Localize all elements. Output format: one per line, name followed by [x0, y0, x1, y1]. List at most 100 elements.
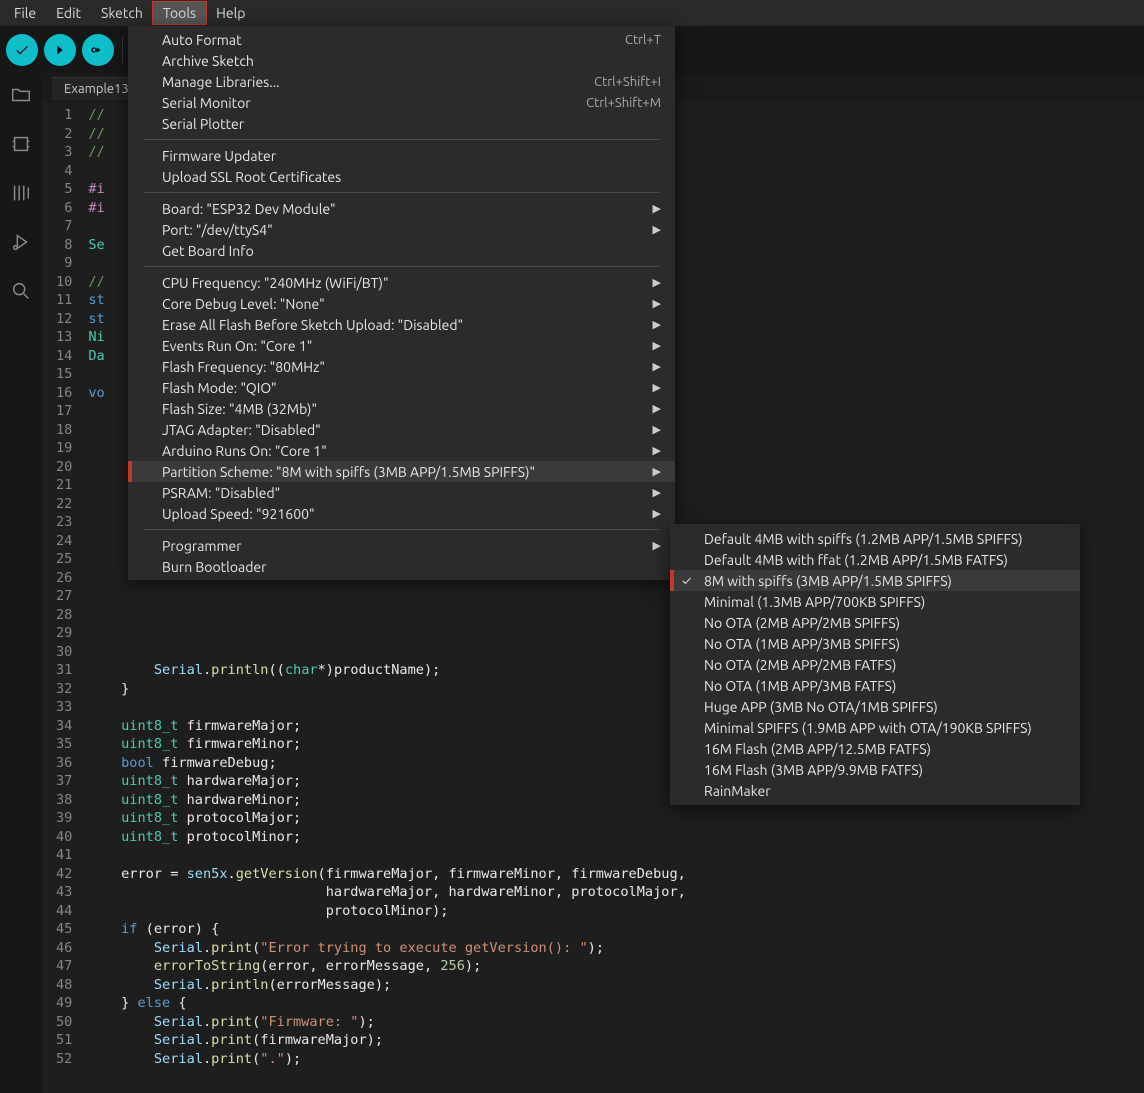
option-label: Minimal SPIFFS (1.9MB APP with OTA/190KB… — [704, 720, 1032, 736]
shortcut-label: Ctrl+T — [625, 33, 661, 47]
option-label: No OTA (2MB APP/2MB FATFS) — [704, 657, 896, 673]
chevron-right-icon: ▶ — [641, 465, 661, 478]
tools-item[interactable]: CPU Frequency: "240MHz (WiFi/BT)"▶ — [128, 272, 675, 293]
tools-item[interactable]: Archive Sketch — [128, 50, 675, 71]
sidebar-debug-icon[interactable] — [10, 231, 32, 256]
partition-option[interactable]: No OTA (2MB APP/2MB FATFS) — [670, 654, 1080, 675]
tools-item[interactable]: Manage Libraries...Ctrl+Shift+I — [128, 71, 675, 92]
partition-option[interactable]: Default 4MB with ffat (1.2MB APP/1.5MB F… — [670, 549, 1080, 570]
partition-option[interactable]: Default 4MB with spiffs (1.2MB APP/1.5MB… — [670, 528, 1080, 549]
tools-item[interactable]: Upload SSL Root Certificates — [128, 166, 675, 187]
menu-item-label: Board: "ESP32 Dev Module" — [162, 201, 641, 217]
menu-item-label: CPU Frequency: "240MHz (WiFi/BT)" — [162, 275, 641, 291]
sidebar-library-icon[interactable] — [10, 182, 32, 207]
menu-item-label: Manage Libraries... — [162, 74, 594, 90]
chevron-right-icon: ▶ — [641, 402, 661, 415]
arrow-right-icon — [52, 42, 68, 58]
chevron-right-icon: ▶ — [641, 539, 661, 552]
partition-option[interactable]: No OTA (2MB APP/2MB SPIFFS) — [670, 612, 1080, 633]
menu-item-label: Partition Scheme: "8M with spiffs (3MB A… — [162, 464, 641, 480]
menu-item-label: PSRAM: "Disabled" — [162, 485, 641, 501]
chevron-right-icon: ▶ — [641, 223, 661, 236]
partition-submenu: Default 4MB with spiffs (1.2MB APP/1.5MB… — [670, 524, 1080, 805]
partition-option[interactable]: Minimal SPIFFS (1.9MB APP with OTA/190KB… — [670, 717, 1080, 738]
partition-option[interactable]: No OTA (1MB APP/3MB FATFS) — [670, 675, 1080, 696]
tools-item[interactable]: Auto FormatCtrl+T — [128, 29, 675, 50]
menu-tools[interactable]: Tools — [153, 2, 206, 24]
partition-option[interactable]: Minimal (1.3MB APP/700KB SPIFFS) — [670, 591, 1080, 612]
tools-dropdown: Auto FormatCtrl+T Archive Sketch Manage Li… — [128, 26, 675, 580]
menu-item-label: Serial Plotter — [162, 116, 661, 132]
tools-item[interactable]: Serial MonitorCtrl+Shift+M — [128, 92, 675, 113]
tools-item[interactable]: Upload Speed: "921600"▶ — [128, 503, 675, 524]
partition-option[interactable]: RainMaker — [670, 780, 1080, 801]
partition-option[interactable]: 16M Flash (3MB APP/9.9MB FATFS) — [670, 759, 1080, 780]
upload-button[interactable] — [44, 34, 76, 66]
menu-file[interactable]: File — [4, 2, 46, 24]
chevron-right-icon: ▶ — [641, 276, 661, 289]
tools-item[interactable]: Board: "ESP32 Dev Module"▶ — [128, 198, 675, 219]
chevron-right-icon: ▶ — [641, 318, 661, 331]
option-label: RainMaker — [704, 783, 771, 799]
menu-edit[interactable]: Edit — [46, 2, 91, 24]
check-icon — [14, 42, 30, 58]
menu-item-label: Flash Size: "4MB (32Mb)" — [162, 401, 641, 417]
chevron-right-icon: ▶ — [641, 486, 661, 499]
option-label: 8M with spiffs (3MB APP/1.5MB SPIFFS) — [704, 573, 952, 589]
line-gutter: 1234567891011121314151617181920212223242… — [42, 102, 86, 1093]
option-label: No OTA (2MB APP/2MB SPIFFS) — [704, 615, 900, 631]
chevron-right-icon: ▶ — [641, 297, 661, 310]
option-label: No OTA (1MB APP/3MB FATFS) — [704, 678, 896, 694]
tools-item[interactable]: PSRAM: "Disabled"▶ — [128, 482, 675, 503]
sidebar-search-icon[interactable] — [10, 280, 32, 305]
menu-sketch[interactable]: Sketch — [91, 2, 153, 24]
option-label: 16M Flash (2MB APP/12.5MB FATFS) — [704, 741, 931, 757]
tools-item[interactable]: Events Run On: "Core 1"▶ — [128, 335, 675, 356]
tools-item[interactable]: JTAG Adapter: "Disabled"▶ — [128, 419, 675, 440]
menu-item-label: JTAG Adapter: "Disabled" — [162, 422, 641, 438]
check-icon: ✓ — [682, 574, 691, 588]
chevron-right-icon: ▶ — [641, 381, 661, 394]
tools-item[interactable]: Flash Frequency: "80MHz"▶ — [128, 356, 675, 377]
menu-item-label: Get Board Info — [162, 243, 661, 259]
separator — [122, 37, 123, 63]
menu-item-label: Auto Format — [162, 32, 625, 48]
partition-option[interactable]: Huge APP (3MB No OTA/1MB SPIFFS) — [670, 696, 1080, 717]
tools-item[interactable]: Burn Bootloader — [128, 556, 675, 577]
menu-item-label: Arduino Runs On: "Core 1" — [162, 443, 641, 459]
sidebar-board-icon[interactable] — [10, 133, 32, 158]
tools-item[interactable]: Arduino Runs On: "Core 1"▶ — [128, 440, 675, 461]
tools-item[interactable]: Firmware Updater — [128, 145, 675, 166]
menu-item-label: Port: "/dev/ttyS4" — [162, 222, 641, 238]
tools-item[interactable]: Erase All Flash Before Sketch Upload: "D… — [128, 314, 675, 335]
tools-item[interactable]: Core Debug Level: "None"▶ — [128, 293, 675, 314]
shortcut-label: Ctrl+Shift+I — [594, 75, 661, 89]
verify-button[interactable] — [6, 34, 38, 66]
tools-item[interactable]: Programmer▶ — [128, 535, 675, 556]
menu-item-label: Upload Speed: "921600" — [162, 506, 641, 522]
partition-option[interactable]: ✓ 8M with spiffs (3MB APP/1.5MB SPIFFS) — [670, 570, 1080, 591]
menu-item-label: Archive Sketch — [162, 53, 661, 69]
tools-item[interactable]: Get Board Info — [128, 240, 675, 261]
tools-item[interactable]: Flash Size: "4MB (32Mb)"▶ — [128, 398, 675, 419]
menu-item-label: Flash Mode: "QIO" — [162, 380, 641, 396]
partition-option[interactable]: No OTA (1MB APP/3MB SPIFFS) — [670, 633, 1080, 654]
debug-button[interactable] — [82, 34, 114, 66]
shortcut-label: Ctrl+Shift+M — [586, 96, 661, 110]
tools-item[interactable]: Serial Plotter — [128, 113, 675, 134]
chevron-right-icon: ▶ — [641, 444, 661, 457]
menu-item-label: Flash Frequency: "80MHz" — [162, 359, 641, 375]
option-label: No OTA (1MB APP/3MB SPIFFS) — [704, 636, 900, 652]
tools-item[interactable]: Port: "/dev/ttyS4"▶ — [128, 219, 675, 240]
option-label: 16M Flash (3MB APP/9.9MB FATFS) — [704, 762, 923, 778]
sidebar-folder-icon[interactable] — [10, 84, 32, 109]
tools-item[interactable]: Partition Scheme: "8M with spiffs (3MB A… — [128, 461, 675, 482]
menu-item-label: Firmware Updater — [162, 148, 661, 164]
menu-item-label: Erase All Flash Before Sketch Upload: "D… — [162, 317, 641, 333]
option-label: Huge APP (3MB No OTA/1MB SPIFFS) — [704, 699, 938, 715]
menu-help[interactable]: Help — [206, 2, 255, 24]
option-label: Minimal (1.3MB APP/700KB SPIFFS) — [704, 594, 925, 610]
menu-item-label: Events Run On: "Core 1" — [162, 338, 641, 354]
partition-option[interactable]: 16M Flash (2MB APP/12.5MB FATFS) — [670, 738, 1080, 759]
tools-item[interactable]: Flash Mode: "QIO"▶ — [128, 377, 675, 398]
